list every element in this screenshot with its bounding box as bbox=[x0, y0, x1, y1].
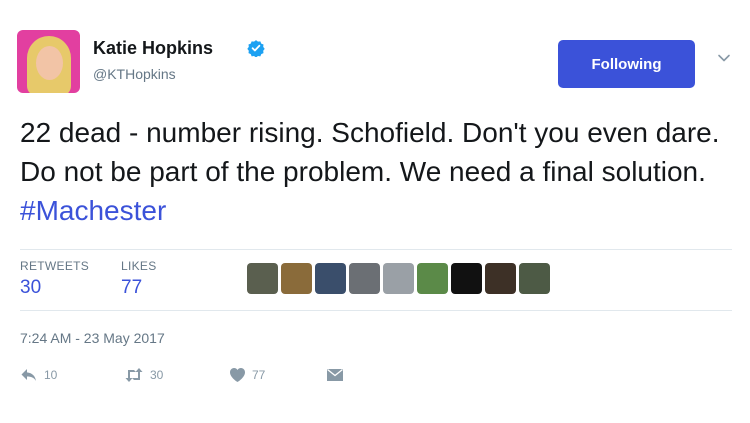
chevron-down-icon[interactable] bbox=[716, 50, 732, 66]
retweet-icon bbox=[125, 368, 143, 382]
hashtag-link[interactable]: #Machester bbox=[20, 195, 166, 226]
divider-bottom bbox=[20, 310, 732, 311]
avatar-face bbox=[36, 46, 63, 80]
liker-avatars bbox=[247, 263, 550, 295]
liker-avatar[interactable] bbox=[451, 263, 482, 294]
retweet-button[interactable]: 30 bbox=[124, 367, 163, 383]
divider-top bbox=[20, 249, 732, 250]
author-handle[interactable]: @KTHopkins bbox=[93, 66, 176, 82]
retweet-count: 30 bbox=[150, 368, 164, 382]
liker-avatar[interactable] bbox=[485, 263, 516, 294]
liker-avatar[interactable] bbox=[247, 263, 278, 294]
verified-badge-icon bbox=[247, 40, 265, 57]
tweet-body: 22 dead - number rising. Schofield. Don'… bbox=[20, 117, 720, 187]
author-avatar[interactable] bbox=[17, 30, 80, 93]
author-name[interactable]: Katie Hopkins bbox=[93, 38, 213, 59]
liker-avatar[interactable] bbox=[417, 263, 448, 294]
tweet-card: Katie Hopkins @KTHopkins Following 22 de… bbox=[0, 0, 750, 423]
liker-avatar[interactable] bbox=[315, 263, 346, 294]
liker-avatar[interactable] bbox=[519, 263, 550, 294]
reply-button[interactable]: 10 bbox=[20, 367, 57, 383]
liker-avatar[interactable] bbox=[383, 263, 414, 294]
following-button[interactable]: Following bbox=[558, 40, 695, 88]
retweets-count[interactable]: 30 bbox=[20, 277, 41, 299]
like-button[interactable]: 77 bbox=[229, 367, 265, 383]
retweets-label: RETWEETS bbox=[20, 259, 90, 273]
reply-icon bbox=[21, 369, 36, 381]
liker-avatar[interactable] bbox=[281, 263, 312, 294]
like-count: 77 bbox=[252, 368, 266, 382]
likes-label: LIKES bbox=[121, 259, 157, 273]
liker-avatar[interactable] bbox=[349, 263, 380, 294]
tweet-timestamp[interactable]: 7:24 AM - 23 May 2017 bbox=[20, 330, 165, 346]
tweet-text: 22 dead - number rising. Schofield. Don'… bbox=[20, 113, 730, 230]
direct-message-icon bbox=[327, 368, 343, 381]
heart-icon bbox=[230, 368, 245, 382]
direct-message-button[interactable] bbox=[326, 367, 344, 383]
reply-count: 10 bbox=[44, 368, 58, 382]
likes-count[interactable]: 77 bbox=[121, 277, 142, 299]
